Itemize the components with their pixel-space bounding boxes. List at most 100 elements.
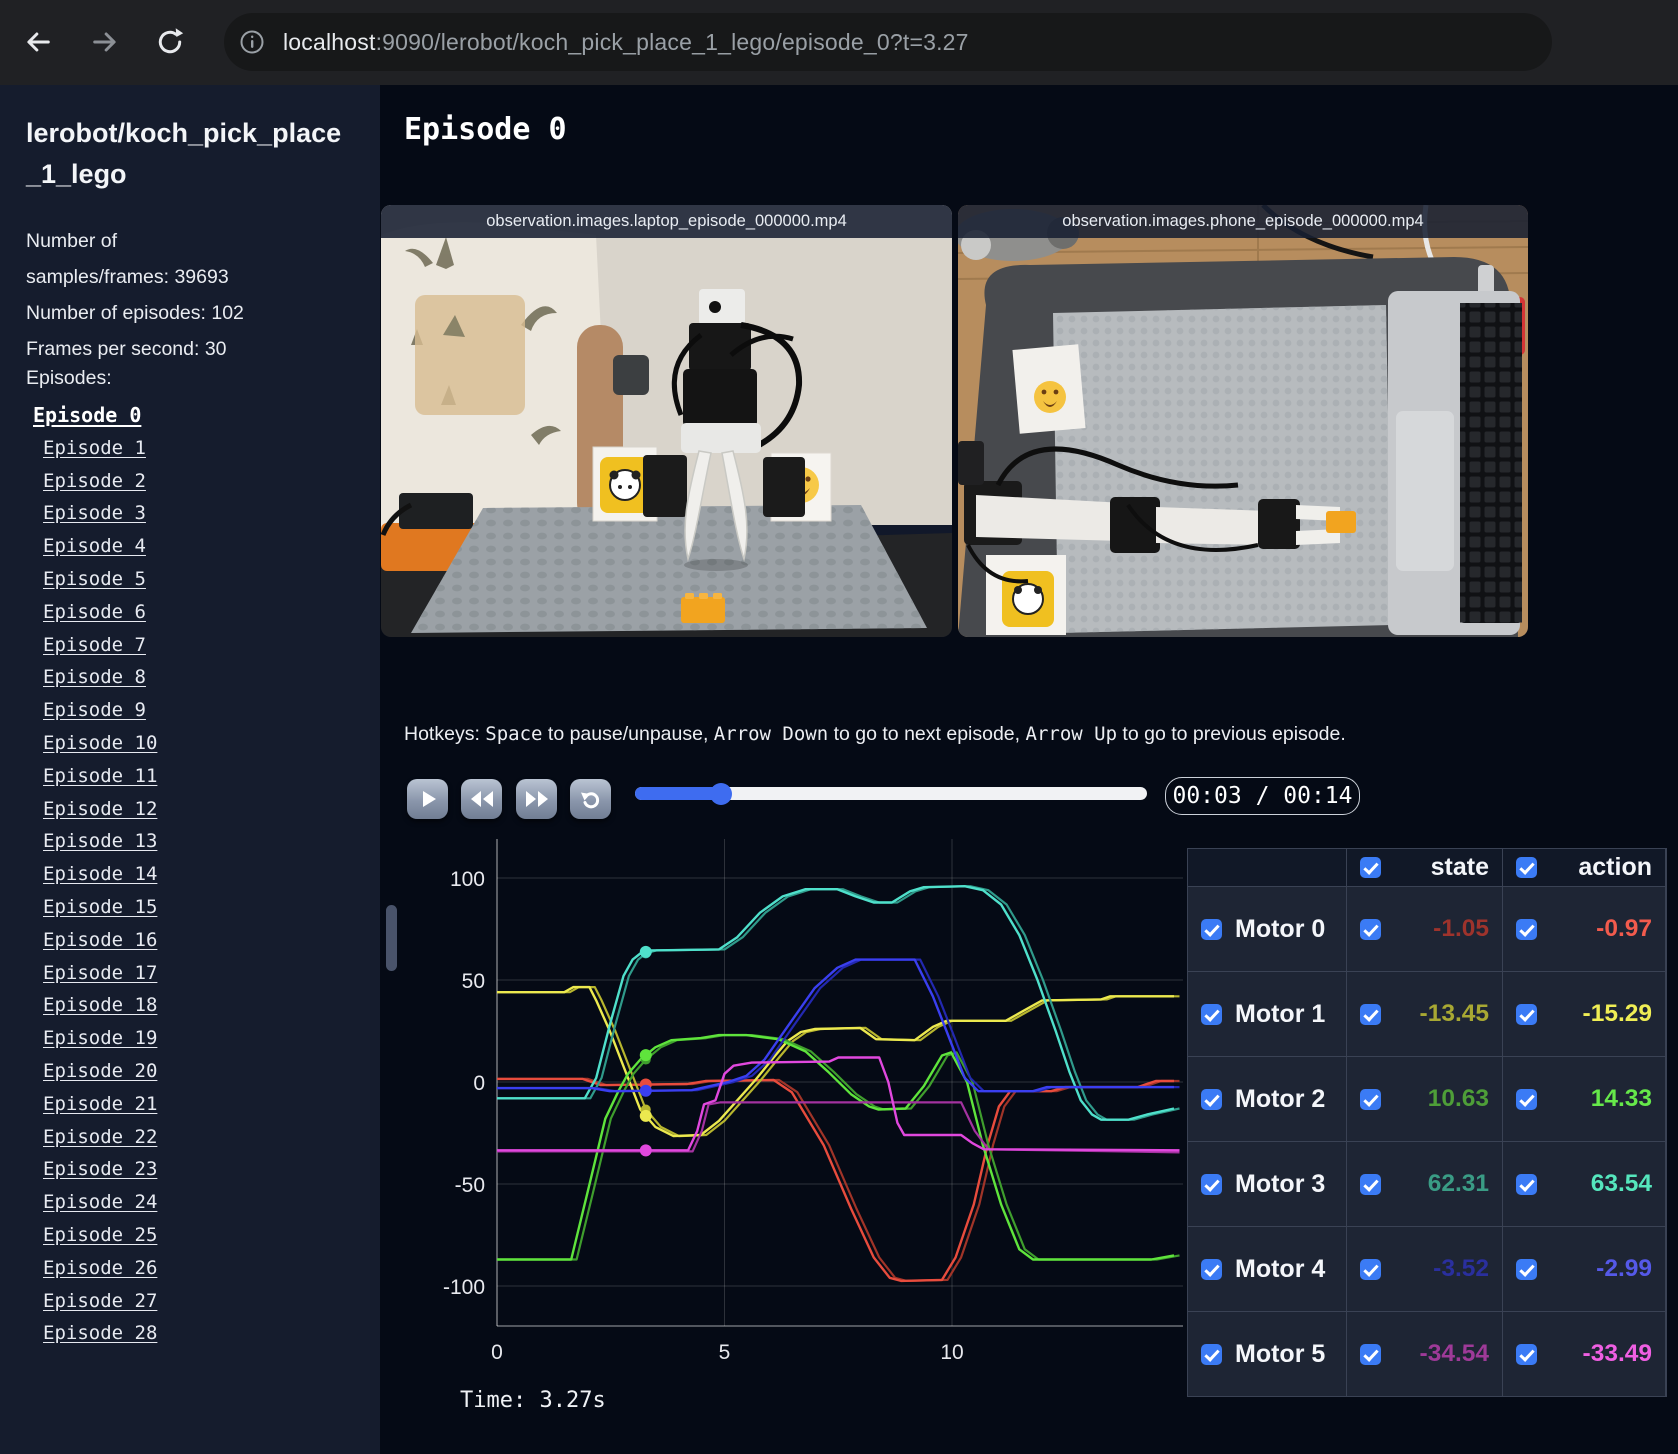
hotkey-key: Arrow Up — [1025, 723, 1118, 745]
reload-icon — [158, 28, 184, 54]
action-value: 63.54 — [1590, 1170, 1652, 1197]
svg-text:-100: -100 — [443, 1276, 485, 1299]
time-marker-dot — [639, 1144, 652, 1157]
reload-button[interactable] — [150, 22, 190, 62]
checkbox[interactable] — [1516, 1003, 1537, 1025]
sidebar-episode-link[interactable]: Episode 4 — [0, 530, 380, 563]
column-header-action: action — [1503, 849, 1665, 886]
video-progress-slider[interactable] — [635, 782, 1147, 805]
sidebar-episode-link[interactable]: Episode 22 — [0, 1121, 380, 1154]
chart-time-label: Time: 3.27s — [460, 1388, 606, 1413]
checkbox[interactable] — [1360, 1003, 1381, 1025]
checkbox[interactable] — [1360, 1343, 1381, 1365]
loop-button[interactable] — [570, 779, 611, 819]
sidebar-episode-link[interactable]: Episode 2 — [0, 465, 380, 498]
sidebar-episode-link[interactable]: Episode 11 — [0, 760, 380, 793]
action-value: -15.29 — [1582, 1000, 1652, 1027]
sidebar-episode-link[interactable]: Episode 23 — [0, 1153, 380, 1186]
motor-label: Motor 2 — [1235, 1084, 1326, 1113]
sidebar-episode-link[interactable]: Episode 7 — [0, 629, 380, 662]
motor-label: Motor 1 — [1235, 999, 1326, 1028]
sidebar-episode-link[interactable]: Episode 13 — [0, 825, 380, 858]
back-button[interactable] — [18, 22, 58, 62]
sidebar-episode-link[interactable]: Episode 14 — [0, 858, 380, 891]
checkbox[interactable] — [1201, 1173, 1222, 1195]
sidebar-episode-link[interactable]: Episode 28 — [0, 1317, 380, 1350]
video-laptop-frame — [381, 205, 952, 637]
sidebar-episode-link[interactable]: Episode 12 — [0, 793, 380, 826]
checkbox[interactable] — [1201, 1088, 1222, 1110]
play-button[interactable] — [407, 779, 448, 819]
motor-label-cell: Motor 2 — [1188, 1057, 1346, 1141]
time-marker-dot — [639, 1084, 652, 1097]
hotkey-key: Space — [485, 723, 543, 745]
checkbox[interactable] — [1201, 1343, 1222, 1365]
checkbox[interactable] — [1360, 1173, 1381, 1195]
checkbox[interactable] — [1360, 918, 1381, 940]
time-display: 00:03 / 00:14 — [1165, 777, 1360, 815]
sidebar-episode-link[interactable]: Episode 8 — [0, 661, 380, 694]
checkbox[interactable] — [1360, 1258, 1381, 1280]
checkbox[interactable] — [1516, 1343, 1537, 1365]
video-laptop[interactable]: observation.images.laptop_episode_000000… — [381, 205, 952, 637]
state-value: -1.05 — [1433, 915, 1489, 942]
sidebar-episode-link[interactable]: Episode 15 — [0, 891, 380, 924]
sidebar-episode-link[interactable]: Episode 6 — [0, 596, 380, 629]
checkbox[interactable] — [1360, 1088, 1381, 1110]
fast-forward-button[interactable] — [516, 779, 557, 819]
rewind-button[interactable] — [461, 779, 502, 819]
sidebar-episode-link[interactable]: Episode 10 — [0, 727, 380, 760]
sidebar-episode-link[interactable]: Episode 27 — [0, 1285, 380, 1318]
series-action-Motor 5 — [497, 1056, 1180, 1152]
url-bar[interactable]: localhost:9090/lerobot/koch_pick_place_1… — [224, 13, 1552, 71]
sidebar-episode-link[interactable]: Episode 0 — [0, 399, 380, 432]
svg-text:5: 5 — [719, 1341, 731, 1364]
checkbox[interactable] — [1201, 918, 1222, 940]
hotkey-key: Arrow Down — [713, 723, 829, 745]
hotkey-text: to go to previous episode. — [1117, 723, 1346, 745]
motor-table: state action Motor 0 -1.05 -0.97 Motor 1 -13.4… — [1187, 848, 1667, 1397]
series-action-Motor 3 — [497, 885, 1175, 1121]
action-value-cell: 14.33 — [1503, 1057, 1665, 1141]
sidebar-episode-link[interactable]: Episode 26 — [0, 1252, 380, 1285]
site-info-icon[interactable] — [235, 25, 269, 59]
svg-text:100: 100 — [450, 868, 485, 891]
action-value-cell: -33.49 — [1503, 1312, 1665, 1396]
sidebar-episode-link[interactable]: Episode 21 — [0, 1088, 380, 1121]
forward-button[interactable] — [85, 22, 125, 62]
checkbox[interactable] — [1516, 1173, 1537, 1195]
video-phone[interactable]: observation.images.phone_episode_000000.… — [958, 205, 1528, 637]
sidebar-episode-link[interactable]: Episode 16 — [0, 924, 380, 957]
checkbox[interactable] — [1201, 1258, 1222, 1280]
checkbox[interactable] — [1516, 1258, 1537, 1280]
episode-list: Episode 0 Episode 1 Episode 2 Episode 3 Epis… — [0, 399, 380, 1350]
series-state-Motor 4 — [497, 958, 1180, 1093]
sidebar-episode-link[interactable]: Episode 17 — [0, 957, 380, 990]
checkbox[interactable] — [1516, 918, 1537, 940]
page-title: Episode 0 — [404, 112, 567, 147]
browser-toolbar: localhost:9090/lerobot/koch_pick_place_1… — [0, 0, 1678, 85]
action-value: 14.33 — [1590, 1085, 1652, 1112]
stat-line: Frames per second: 30 — [26, 338, 227, 360]
action-value: -0.97 — [1596, 915, 1652, 942]
column-header-state: state — [1347, 849, 1502, 886]
checkbox[interactable] — [1201, 1003, 1222, 1025]
sidebar-episode-link[interactable]: Episode 1 — [0, 432, 380, 465]
state-value-cell: -1.05 — [1347, 887, 1502, 971]
sidebar-episode-link[interactable]: Episode 9 — [0, 694, 380, 727]
sidebar-episode-link[interactable]: Episode 5 — [0, 563, 380, 596]
sidebar-episode-link[interactable]: Episode 3 — [0, 497, 380, 530]
time-marker-dot — [639, 1109, 652, 1122]
sidebar-episode-link[interactable]: Episode 19 — [0, 1022, 380, 1055]
sidebar-episode-link[interactable]: Episode 25 — [0, 1219, 380, 1252]
sidebar-episode-link[interactable]: Episode 20 — [0, 1055, 380, 1088]
checkbox[interactable] — [1516, 1088, 1537, 1110]
sidebar-episode-link[interactable]: Episode 24 — [0, 1186, 380, 1219]
checkbox[interactable] — [1516, 857, 1537, 878]
progress-thumb[interactable] — [709, 782, 732, 805]
sidebar-episode-link[interactable]: Episode 18 — [0, 989, 380, 1022]
fast-forward-icon — [525, 791, 548, 807]
checkbox[interactable] — [1360, 857, 1381, 878]
episodes-label: Episodes: — [26, 367, 112, 389]
video-phone-frame — [958, 205, 1528, 637]
